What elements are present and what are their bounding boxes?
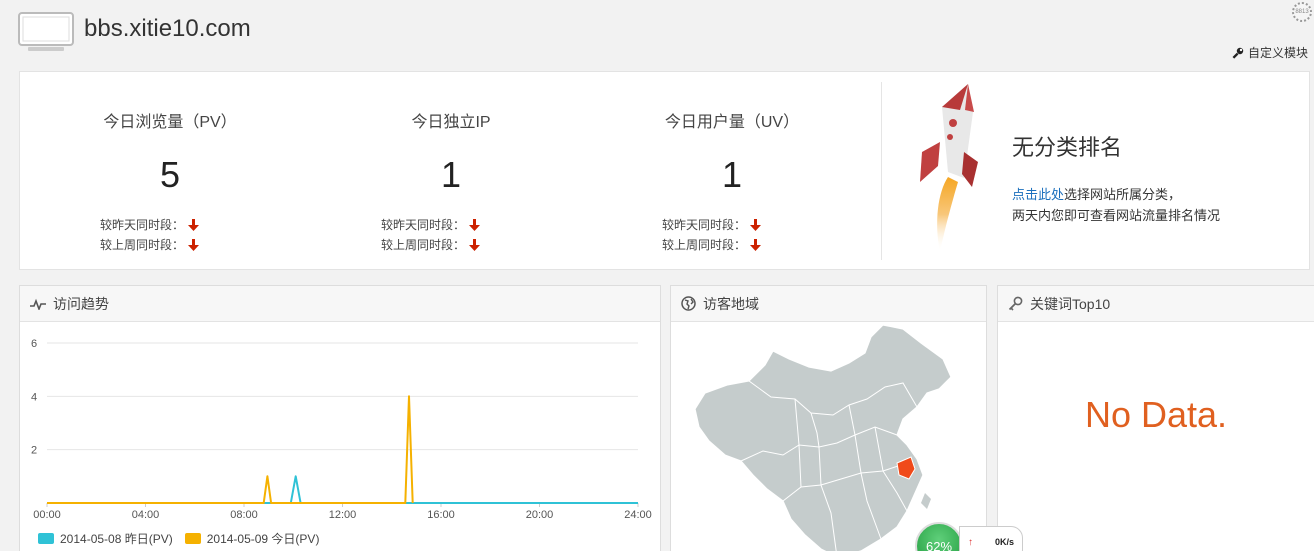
- trend-panel-title: 访问趋势: [53, 295, 109, 312]
- stat-label: 今日独立IP: [411, 114, 491, 131]
- arrow-down-icon: [469, 218, 481, 231]
- key-icon: [1008, 296, 1023, 311]
- compare-lastweek-label: 较上周同时段：: [662, 238, 747, 252]
- upload-arrow-icon: ↑: [968, 537, 973, 548]
- stats-panel: 今日浏览量（PV） 5 较昨天同时段： 较上周同时段： 今日独立IP 1 较昨天…: [19, 71, 1310, 270]
- trend-panel-header: 访问趋势: [20, 286, 660, 322]
- x-tick-label: 16:00: [427, 509, 455, 521]
- ranking-desc-line2: 两天内您即可查看网站流量排名情况: [1012, 208, 1221, 223]
- site-title: bbs.xitie10.com: [84, 15, 251, 42]
- divider: [881, 82, 882, 260]
- region-panel-header: 访客地域: [671, 286, 986, 322]
- compare-yesterday-label: 较昨天同时段：: [662, 218, 747, 232]
- stat-label: 今日浏览量（PV）: [103, 114, 237, 131]
- compare-lastweek: 较上周同时段：: [100, 236, 200, 253]
- arrow-down-icon: [469, 238, 481, 251]
- stat-pv: 今日浏览量（PV） 5 较昨天同时段： 较上周同时段：: [30, 72, 310, 271]
- speed-box: ↑ 0K/s: [959, 526, 1023, 551]
- compare-lastweek: 较上周同时段：: [381, 236, 481, 253]
- chart-legend: 2014-05-08 昨日(PV) 2014-05-09 今日(PV): [38, 530, 323, 547]
- custom-module-label: 自定义模块: [1247, 46, 1308, 60]
- stat-value: 1: [721, 154, 743, 195]
- x-tick-label: 00:00: [33, 509, 61, 521]
- ranking-link[interactable]: 点击此处: [1012, 187, 1064, 202]
- stat-value: 1: [440, 154, 462, 195]
- ranking-description: 点击此处选择网站所属分类， 两天内您即可查看网站流量排名情况: [1012, 184, 1220, 226]
- speed-widget[interactable]: 62% ↑ 0K/s: [915, 522, 1025, 551]
- x-tick-label: 04:00: [132, 509, 160, 521]
- legend-swatch: [38, 533, 54, 544]
- legend-swatch: [184, 533, 201, 544]
- x-tick-label: 08:00: [230, 509, 258, 521]
- compare-lastweek-label: 较上周同时段：: [100, 238, 185, 252]
- stat-label: 今日用户量（UV）: [664, 114, 800, 131]
- trend-panel: 访问趋势 2 4 6 00:00 04:00 08:00 12:00 16:00 20:00 24…: [19, 285, 661, 551]
- region-panel-title: 访客地域: [703, 295, 759, 312]
- x-tick-label: 20:00: [526, 509, 554, 521]
- settings-icon[interactable]: 8813: [1292, 2, 1312, 22]
- legend-item-today[interactable]: 2014-05-09 今日(PV): [184, 530, 320, 547]
- compare-yesterday: 较昨天同时段：: [100, 216, 200, 233]
- ranking-desc-line1: 选择网站所属分类，: [1064, 187, 1182, 202]
- keywords-panel: 关键词Top10 No Data.: [997, 285, 1314, 551]
- y-tick-label: 6: [31, 338, 37, 350]
- legend-label: 2014-05-09 今日(PV): [206, 532, 320, 546]
- wrench-icon: [1232, 47, 1244, 59]
- compare-yesterday: 较昨天同时段：: [662, 216, 762, 233]
- keywords-panel-title: 关键词Top10: [1030, 295, 1111, 312]
- series-line-0: [47, 475, 638, 504]
- speed-rate: 0K/s: [994, 537, 1014, 547]
- globe-icon: [681, 296, 696, 311]
- ranking-title: 无分类排名: [1012, 135, 1123, 160]
- stat-ip: 今日独立IP 1 较昨天同时段： 较上周同时段：: [311, 72, 591, 271]
- arrow-down-icon: [188, 238, 200, 251]
- china-map: [694, 324, 952, 551]
- keywords-panel-header: 关键词Top10: [998, 286, 1314, 322]
- compare-yesterday-label: 较昨天同时段：: [100, 218, 185, 232]
- stat-uv: 今日用户量（UV） 1 较昨天同时段： 较上周同时段：: [592, 72, 872, 271]
- compare-yesterday: 较昨天同时段：: [381, 216, 481, 233]
- x-tick-label: 24:00: [624, 509, 652, 521]
- y-tick-label: 4: [31, 391, 37, 403]
- region-panel: 访客地域: [670, 285, 987, 551]
- pulse-icon: [30, 298, 46, 310]
- speed-percent: 62%: [915, 522, 963, 551]
- compare-yesterday-label: 较昨天同时段：: [381, 218, 466, 232]
- rocket-icon: [920, 84, 978, 252]
- no-data-message: No Data.: [1084, 394, 1228, 435]
- stat-value: 5: [159, 154, 181, 195]
- legend-label: 2014-05-08 昨日(PV): [60, 532, 173, 546]
- custom-module-button[interactable]: 自定义模块: [1232, 44, 1308, 61]
- compare-lastweek-label: 较上周同时段：: [381, 238, 466, 252]
- y-tick-label: 2: [31, 445, 37, 457]
- legend-item-yesterday[interactable]: 2014-05-08 昨日(PV): [38, 530, 173, 547]
- arrow-down-icon: [750, 238, 762, 251]
- x-tick-label: 12:00: [329, 509, 357, 521]
- header: bbs.xitie10.com 8813 自定义模块: [0, 0, 1314, 70]
- compare-lastweek: 较上周同时段：: [662, 236, 762, 253]
- arrow-down-icon: [750, 218, 762, 231]
- monitor-icon: [18, 12, 74, 51]
- trend-chart: 2 4 6 00:00 04:00 08:00 12:00 16:00 20:00 24:00: [31, 338, 652, 521]
- arrow-down-icon: [188, 218, 200, 231]
